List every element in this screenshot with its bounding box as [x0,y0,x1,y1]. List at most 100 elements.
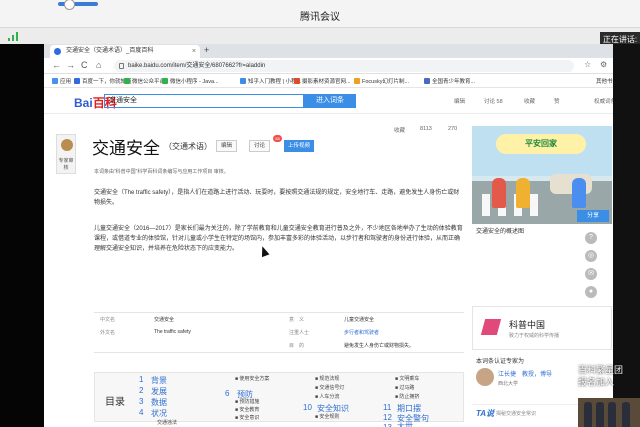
bookmark-item[interactable]: 全国青少年教育... [424,77,475,85]
forward-icon[interactable]: → [66,60,75,70]
child-figure-icon [516,178,530,208]
info-row: 目 的 避免发生人身伤亡或财物损失。 [94,339,464,352]
table-of-contents: 目录 1 背景 2 发展 3 数据 4 状况 交通违法 6 ■ 使用安全方案 预防 ■ 预防措施 ■ 安全… [94,372,464,427]
info-value: The traffic safety [154,329,191,335]
url-input[interactable]: baike.baidu.com/item/交通安全/6807662?fr=ala… [114,60,574,72]
bookmark-favicon-icon [52,78,58,84]
browser-tabbar: 交通安全（交通术语）_百度百科 × + [44,44,640,58]
toc-link[interactable]: ■ 防止拥挤 [395,393,419,400]
bookmark-favicon-icon [424,78,430,84]
expert-review-badge[interactable]: 专家审核 [56,134,76,174]
address-bar: ← → C ⌂ baike.baidu.com/item/交通安全/680766… [44,58,640,74]
weibo-share-icon[interactable]: ◎ [585,250,597,262]
toc-link[interactable]: ■ 安全教育 [235,406,259,413]
entry-content: 专家审核 交通安全 （交通术语） 编辑 讨论 58 上传视频 收藏 8113 2… [44,114,614,427]
new-tab-button[interactable]: + [204,45,209,55]
home-icon[interactable]: ⌂ [96,60,101,70]
toc-link[interactable]: 状况 [151,408,167,419]
illustration-banner: 平安回家 [496,134,586,154]
star-icon[interactable]: ☆ [584,60,591,69]
more-share-icon[interactable]: ● [585,286,597,298]
info-value: 避免发生人身伤亡或财物损失。 [344,343,415,349]
tab-close-icon[interactable]: × [192,45,196,58]
bookmark-label: 微信小程序 - Java... [170,79,219,85]
bookmark-favicon-icon [162,78,168,84]
baike-search-input[interactable]: 交通安全 [104,94,304,108]
edit-button[interactable]: 编辑 [216,140,238,152]
toc-link[interactable]: ■ 人车分流 [315,393,339,400]
reload-icon[interactable]: C [81,60,88,70]
toc-link[interactable]: ■ 过马路 [395,384,414,391]
info-value[interactable]: 步行者和驾驶者 [344,329,379,336]
toc-sublink[interactable]: 交通违法 [157,419,177,426]
info-key: 外文名 [100,330,116,336]
bookmark-item[interactable]: 百度一下，你就知道 [74,77,132,85]
share-button[interactable]: 分享 [577,210,609,222]
toc-link[interactable]: ■ 文明乘车 [395,375,419,382]
info-key: 意 义 [289,317,305,323]
toc-link[interactable]: 大世 [397,421,413,427]
expert-org: 西北大学 [498,381,519,387]
extensions-icon[interactable]: ⚙ [600,60,607,69]
entry-title: 交通安全 [92,139,160,158]
info-key: 中文名 [100,317,116,323]
kepu-title: 科普中国 [509,320,546,330]
header-discuss-link[interactable]: 讨论 58 [484,97,503,105]
info-key: 注重人士 [289,330,310,336]
toc-number: 10 [303,403,312,412]
volume-slider[interactable] [58,0,98,10]
toc-number: 12 [383,413,392,422]
wechat-share-icon[interactable]: ✉ [585,268,597,280]
toc-title: 目录 [105,397,125,408]
participant-video [578,398,640,427]
toc-link[interactable]: 发展 [151,386,167,397]
bookmark-favicon-icon [240,78,246,84]
lock-icon [119,63,124,69]
bookmark-item[interactable]: 微信小程序 - Java... [162,77,219,85]
toc-link[interactable]: ■ 安全规则 [315,413,339,420]
header-edit-link[interactable]: 编辑 [454,97,465,105]
discuss-button[interactable]: 讨论 [249,140,271,152]
bookmark-item[interactable]: 微信公众平台 [124,77,165,85]
kepu-china-card[interactable]: 科普中国 致力于权威的科学传播 [472,306,612,350]
toc-link[interactable]: ■ 预防措施 [235,398,259,405]
bookmark-favicon-icon [354,78,360,84]
toc-link[interactable]: ■ 交通信号灯 [315,384,344,391]
expert-name[interactable]: 江长捷 教授，博导 [498,369,552,378]
basic-info-table: 中文名 交通安全 意 义 儿童交通安全外文名 The traffic safety 注重人… [94,312,464,353]
bookmark-label: 应用 [60,79,72,85]
avatar[interactable] [476,368,494,386]
toc-link[interactable]: ■ 规范法规 [315,375,339,382]
toc-link[interactable]: ■ 使用安全方案 [235,375,269,382]
header-like-link[interactable]: 赞 [554,97,560,105]
intro-paragraph: 交通安全（The traffic safety），是指人们在道路上进行活动、玩耍… [94,190,460,206]
bookmark-item[interactable]: 知乎入门教程 | 小程... [240,77,301,85]
toc-link[interactable]: 数据 [151,397,167,408]
baike-header: Bai百科 交通安全 进入词条 编辑 讨论 58 收藏 赞 权威词条 [44,88,640,114]
discuss-count-badge: 58 [273,135,282,142]
toc-number: 2 [139,386,144,395]
bookmark-favicon-icon [124,78,130,84]
enter-entry-button[interactable]: 进入词条 [304,94,356,108]
like-count[interactable]: 8113 [420,126,432,132]
kepu-subtitle: 致力于权威的科学传播 [509,333,560,339]
header-fav-link[interactable]: 收藏 [524,97,535,105]
promo-banner[interactable]: 百科繁星团 报名加入 [578,364,623,388]
bookmark-item[interactable]: 摄影素材资源官网... [294,77,351,85]
bookmark-item[interactable]: Focusky幻灯片制... [354,77,409,85]
share-count[interactable]: 270 [448,126,457,132]
bookmarks-bar: 应用 百度一下，你就知道 微信公众平台 微信小程序 - Java... 知乎入门教程 |… [44,74,640,88]
toc-number: 11 [383,403,392,412]
toc-link[interactable]: 背景 [151,375,167,386]
bookmark-item[interactable]: 应用 [52,77,71,85]
back-icon[interactable]: ← [52,60,61,70]
baidu-favicon-icon [54,48,61,55]
info-row: 中文名 交通安全 意 义 儿童交通安全 [94,313,464,326]
toc-number: 1 [139,375,144,384]
qq-share-icon[interactable]: ? [585,232,597,244]
url-text: baike.baidu.com/item/交通安全/6807662?fr=ala… [128,63,266,69]
upload-video-button[interactable]: 上传视频 [284,140,315,152]
toc-link[interactable]: ■ 安全意识 [235,414,259,421]
browser-tab[interactable]: 交通安全（交通术语）_百度百科 × [50,45,200,58]
fav-link[interactable]: 收藏 [394,126,405,134]
